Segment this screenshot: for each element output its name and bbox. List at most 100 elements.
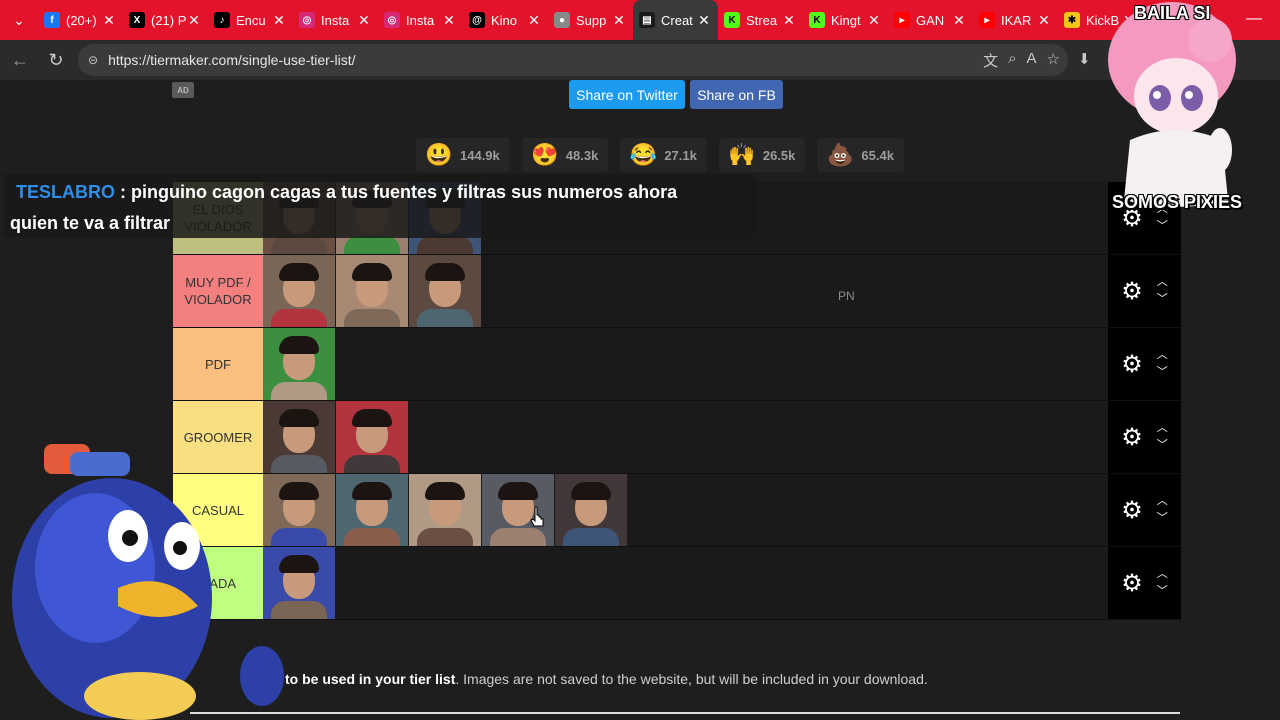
penguin-mascot-overlay — [12, 444, 284, 720]
chat-message: : pinguino cagon cagas a tus fuentes y f… — [115, 182, 678, 202]
tier-label[interactable]: MUY PDF / VIOLADOR — [173, 255, 263, 327]
tab-bar: ⌄ f (20+) ✕ X (21) P ✕ ♪ Encu ✕ ◎ Insta ✕ ◎ Insta ✕ @ Ki… — [0, 0, 1280, 40]
browser-tab[interactable]: ▸ IKAR ✕ — [973, 0, 1058, 40]
tab-close-icon[interactable]: ✕ — [271, 12, 287, 29]
browser-tab[interactable]: X (21) P ✕ — [123, 0, 208, 40]
browser-tab[interactable]: ♪ Encu ✕ — [208, 0, 293, 40]
tier-item-image[interactable] — [555, 474, 627, 546]
tiktok-icon: ♪ — [214, 12, 230, 28]
gear-icon[interactable]: ⚙ — [1121, 350, 1143, 379]
tier-items-area[interactable] — [263, 474, 1108, 546]
browser-tab[interactable]: f (20+) ✕ — [38, 0, 123, 40]
back-button[interactable]: ← — [2, 42, 38, 78]
tab-close-icon[interactable]: ✕ — [781, 12, 797, 29]
move-arrows: ︿ ﹀ — [1157, 496, 1168, 524]
tier-controls: ⚙ ︿ ﹀ — [1108, 401, 1181, 473]
reaction-count: 144.9k — [460, 147, 500, 163]
favorite-star-icon[interactable]: ☆ — [1047, 50, 1060, 71]
tab-close-icon[interactable]: ✕ — [951, 12, 967, 29]
browser-tab[interactable]: @ Kino ✕ — [463, 0, 548, 40]
browser-tab[interactable]: K Strea ✕ — [718, 0, 803, 40]
chevron-down-icon[interactable]: ﹀ — [1157, 367, 1168, 378]
tier-items-area[interactable] — [263, 547, 1108, 619]
tab-close-icon[interactable]: ✕ — [186, 12, 202, 29]
reaction-button[interactable]: 💩 65.4k — [817, 138, 904, 172]
tier-item-image[interactable] — [409, 474, 481, 546]
gear-icon[interactable]: ⚙ — [1121, 277, 1143, 306]
tab-close-icon[interactable]: ✕ — [696, 12, 712, 29]
chevron-down-icon[interactable]: ﹀ — [1157, 586, 1168, 597]
chat-message-continued: quien te va a filtrar — [10, 213, 171, 233]
share-twitter-button[interactable]: Share on Twitter — [569, 80, 685, 109]
tab-close-icon[interactable]: ✕ — [1036, 12, 1052, 29]
gear-icon[interactable]: ⚙ — [1121, 569, 1143, 598]
tier-items-area[interactable] — [263, 401, 1108, 473]
reaction-button[interactable]: 😂 27.1k — [620, 138, 707, 172]
chevron-up-icon[interactable]: ︿ — [1157, 569, 1168, 580]
chevron-down-icon[interactable]: ﹀ — [1157, 294, 1168, 305]
tab-list-menu-button[interactable]: ⌄ — [0, 0, 38, 40]
tab-close-icon[interactable]: ✕ — [101, 12, 117, 29]
tab-close-icon[interactable]: ✕ — [441, 12, 457, 29]
browser-tab[interactable]: K Kingt ✕ — [803, 0, 888, 40]
move-arrows: ︿ ﹀ — [1157, 350, 1168, 378]
download-icon[interactable]: ⬇ — [1078, 50, 1091, 68]
zoom-icon[interactable]: ⌕ — [1008, 50, 1016, 71]
browser-tab[interactable]: ● Supp ✕ — [548, 0, 633, 40]
tier-item-image[interactable] — [336, 401, 408, 473]
tier-row: MUY PDF / VIOLADOR PN ⚙ ︿ ﹀ — [173, 255, 1181, 328]
tab-label: Supp — [576, 12, 607, 28]
reaction-button[interactable]: 😍 48.3k — [521, 138, 609, 172]
browser-tab[interactable]: ◎ Insta ✕ — [293, 0, 378, 40]
tier-note-text: PN — [838, 289, 855, 303]
chevron-up-icon[interactable]: ︿ — [1157, 423, 1168, 434]
site-info-icon[interactable]: ⊝ — [88, 53, 98, 67]
chat-username: TESLABRO — [16, 182, 115, 202]
tier-item-image[interactable] — [336, 255, 408, 327]
gear-icon[interactable]: ⚙ — [1121, 496, 1143, 525]
chevron-down-icon[interactable]: ﹀ — [1157, 221, 1168, 232]
chevron-up-icon[interactable]: ︿ — [1157, 277, 1168, 288]
tab-close-icon[interactable]: ✕ — [866, 12, 882, 29]
reaction-count: 27.1k — [664, 147, 697, 163]
translate-icon[interactable]: 文 — [983, 50, 998, 71]
stream-chat-message: TESLABRO : pinguino cagon cagas a tus fu… — [4, 174, 756, 238]
share-fb-button[interactable]: Share on FB — [690, 80, 783, 109]
tab-close-icon[interactable]: ✕ — [611, 12, 627, 29]
laughing-emoji-icon: 😂 — [629, 142, 658, 167]
chevron-down-icon[interactable]: ﹀ — [1157, 440, 1168, 451]
tier-items-area[interactable] — [263, 328, 1108, 400]
vtuber-avatar-overlay — [1108, 2, 1236, 207]
reaction-button[interactable]: 😃 144.9k — [416, 138, 510, 172]
reload-button[interactable]: ↻ — [38, 42, 74, 78]
browser-tab[interactable]: ▤ Creat ✕ — [633, 0, 718, 40]
tier-item-image[interactable] — [263, 328, 335, 400]
move-arrows: ︿ ﹀ — [1157, 277, 1168, 305]
chevron-down-icon[interactable]: ﹀ — [1157, 513, 1168, 524]
hand-cursor-icon — [530, 506, 544, 527]
tab-label: (21) P — [151, 12, 186, 28]
tier-item-image[interactable] — [409, 255, 481, 327]
tier-label[interactable]: PDF — [173, 328, 263, 400]
reaction-button[interactable]: 🙌 26.5k — [718, 138, 806, 172]
tier-items-area[interactable]: PN — [263, 255, 1108, 327]
url-field[interactable]: ⊝ https://tiermaker.com/single-use-tier-… — [78, 44, 1068, 76]
tier-item-image[interactable] — [336, 474, 408, 546]
tab-label: Insta — [321, 12, 350, 28]
tier-list: EL DIOS VIOLADOR⚙︿﹀MUY PDF / VIOLADORPN⚙… — [173, 182, 1181, 620]
gear-icon[interactable]: ⚙ — [1121, 423, 1143, 452]
tab-label: GAN — [916, 12, 945, 28]
kick-icon: K — [809, 12, 825, 28]
tab-close-icon[interactable]: ✕ — [356, 12, 372, 29]
browser-tab[interactable]: ◎ Insta ✕ — [378, 0, 463, 40]
youtube-icon: ▸ — [979, 12, 995, 28]
tier-item-image[interactable] — [263, 255, 335, 327]
tab-close-icon[interactable]: ✕ — [526, 12, 542, 29]
url-text: https://tiermaker.com/single-use-tier-li… — [108, 52, 356, 68]
browser-tab[interactable]: ▸ GAN ✕ — [888, 0, 973, 40]
read-aloud-icon[interactable]: A — [1027, 50, 1037, 71]
chevron-up-icon[interactable]: ︿ — [1157, 496, 1168, 507]
overlay-top-text: BAILA SI — [1134, 3, 1211, 23]
move-arrows: ︿ ﹀ — [1157, 569, 1168, 597]
chevron-up-icon[interactable]: ︿ — [1157, 350, 1168, 361]
